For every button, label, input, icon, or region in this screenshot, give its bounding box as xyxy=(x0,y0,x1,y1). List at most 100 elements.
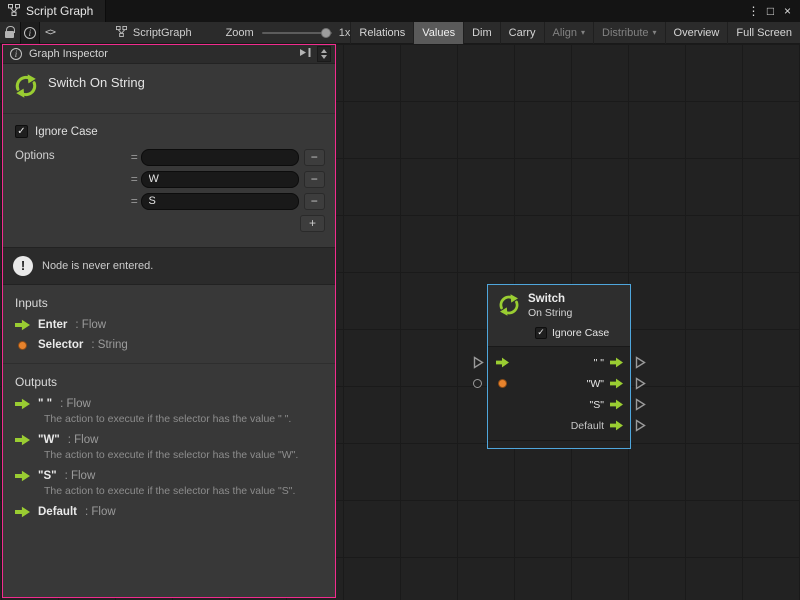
output-port-type: : Flow xyxy=(68,434,99,446)
drag-handle-icon[interactable]: = xyxy=(127,172,141,186)
distribute-label: Distribute xyxy=(602,27,648,39)
node-subtitle: On String xyxy=(528,307,572,319)
ignore-case-checkbox[interactable]: ✓ xyxy=(535,327,547,339)
output-port-item: "W" : Flow xyxy=(15,434,323,446)
dim-button[interactable]: Dim xyxy=(463,22,500,44)
info-icon: i xyxy=(10,48,22,60)
distribute-button[interactable]: Distribute ▾ xyxy=(593,22,664,44)
flow-port-icon xyxy=(15,319,30,331)
values-button[interactable]: Values xyxy=(413,22,463,44)
flow-out-port[interactable] xyxy=(610,399,623,410)
external-output-triangle[interactable] xyxy=(635,398,646,414)
output-port-item: "S" : Flow xyxy=(15,470,323,482)
ignore-case-label: Ignore Case xyxy=(552,327,609,339)
add-option-button[interactable]: + xyxy=(300,215,325,232)
option-row: = − xyxy=(127,146,325,168)
graph-inspector-title: Graph Inspector xyxy=(29,48,108,60)
arrow-down-icon[interactable] xyxy=(321,55,327,59)
out-port-label: Default xyxy=(571,420,604,432)
node-title: Switch xyxy=(528,293,572,305)
external-output-triangle[interactable] xyxy=(635,377,646,393)
window-controls: ⋮ □ × xyxy=(745,0,800,22)
warning-banner: ! Node is never entered. xyxy=(3,247,335,285)
carry-label: Carry xyxy=(509,27,536,39)
dock-panel-icon[interactable] xyxy=(299,47,312,61)
zoom-slider[interactable] xyxy=(262,32,332,34)
fullscreen-button[interactable]: Full Screen xyxy=(727,22,800,44)
graph-inspector-header[interactable]: i Graph Inspector xyxy=(3,45,335,64)
relations-button[interactable]: Relations xyxy=(350,22,413,44)
selector-port[interactable] xyxy=(498,379,507,388)
port-row: " " xyxy=(488,352,630,373)
overview-button[interactable]: Overview xyxy=(665,22,728,44)
option-field[interactable] xyxy=(141,149,299,166)
outputs-section: Outputs " " : Flow The action to execute… xyxy=(3,364,335,523)
inputs-section: Inputs Enter : Flow Selector : String xyxy=(3,285,335,356)
warning-text: Node is never entered. xyxy=(42,260,153,272)
graph-asset-icon xyxy=(116,26,127,40)
close-icon[interactable]: × xyxy=(779,0,796,22)
tab-title: Script Graph xyxy=(26,4,93,18)
inputs-title: Inputs xyxy=(15,296,323,310)
drag-handle-icon[interactable]: = xyxy=(127,194,141,208)
external-output-triangle[interactable] xyxy=(635,356,646,372)
node-body: " " "W" "S" Default xyxy=(488,347,630,440)
dim-label: Dim xyxy=(472,27,492,39)
flow-port-icon xyxy=(15,398,30,410)
panel-scroll-spinner[interactable] xyxy=(317,46,331,62)
switch-on-string-node[interactable]: Switch On String ✓ Ignore Case " " "W" xyxy=(487,284,631,449)
ignore-case-checkbox[interactable]: ✓ xyxy=(15,125,28,138)
remove-option-button[interactable]: − xyxy=(304,149,325,166)
graph-name-label: ScriptGraph xyxy=(133,27,192,39)
script-graph-icon xyxy=(8,4,20,19)
external-input-triangle[interactable] xyxy=(473,356,484,372)
output-port-type: : Flow xyxy=(65,470,96,482)
tab-script-graph[interactable]: Script Graph xyxy=(0,0,106,22)
lock-button[interactable] xyxy=(0,22,20,44)
flow-out-port[interactable] xyxy=(610,420,623,431)
code-icon: <> xyxy=(45,27,55,38)
out-port-label: "S" xyxy=(590,399,604,411)
values-label: Values xyxy=(422,27,455,39)
zoom-label: Zoom xyxy=(226,27,254,39)
output-port-name: Default xyxy=(38,506,77,518)
remove-option-button[interactable]: − xyxy=(304,171,325,188)
flow-port-icon xyxy=(15,434,30,446)
option-field[interactable] xyxy=(141,171,299,188)
flow-out-port[interactable] xyxy=(610,378,623,389)
node-header[interactable]: Switch On String ✓ Ignore Case xyxy=(488,285,630,347)
info-icon: i xyxy=(24,27,36,39)
relations-label: Relations xyxy=(359,27,405,39)
enter-port[interactable] xyxy=(496,357,509,368)
edit-code-button[interactable]: <> xyxy=(40,22,60,44)
drag-handle-icon[interactable]: = xyxy=(127,150,141,164)
align-button[interactable]: Align ▾ xyxy=(544,22,593,44)
arrow-up-icon[interactable] xyxy=(321,49,327,53)
external-value-circle[interactable] xyxy=(473,379,482,388)
option-row: = − xyxy=(127,190,325,212)
flow-port-icon xyxy=(15,506,30,518)
input-port-type: : Flow xyxy=(75,319,106,331)
inspect-button[interactable]: i xyxy=(20,22,40,44)
zoom-slider-handle[interactable] xyxy=(321,28,331,38)
out-port-label: " " xyxy=(594,357,604,369)
maximize-icon[interactable]: □ xyxy=(762,0,779,22)
input-port-type: : String xyxy=(91,339,127,351)
chevron-down-icon: ▾ xyxy=(581,29,585,37)
toolbar-buttons: Relations Values Dim Carry Align ▾ Distr… xyxy=(350,22,800,44)
output-port-name: "W" xyxy=(38,434,60,446)
carry-button[interactable]: Carry xyxy=(500,22,544,44)
zoom-value: 1x xyxy=(339,27,351,39)
warning-icon: ! xyxy=(13,256,33,276)
external-output-triangle[interactable] xyxy=(635,419,646,435)
window-menu-icon[interactable]: ⋮ xyxy=(745,0,762,22)
option-field[interactable] xyxy=(141,193,299,210)
output-port-description: The action to execute if the selector ha… xyxy=(44,413,323,425)
flow-out-port[interactable] xyxy=(610,357,623,368)
remove-option-button[interactable]: − xyxy=(304,193,325,210)
input-port-name: Enter xyxy=(38,319,67,331)
flow-port-icon xyxy=(15,470,30,482)
overview-label: Overview xyxy=(674,27,720,39)
outputs-title: Outputs xyxy=(15,375,323,389)
input-port-name: Selector xyxy=(38,339,83,351)
